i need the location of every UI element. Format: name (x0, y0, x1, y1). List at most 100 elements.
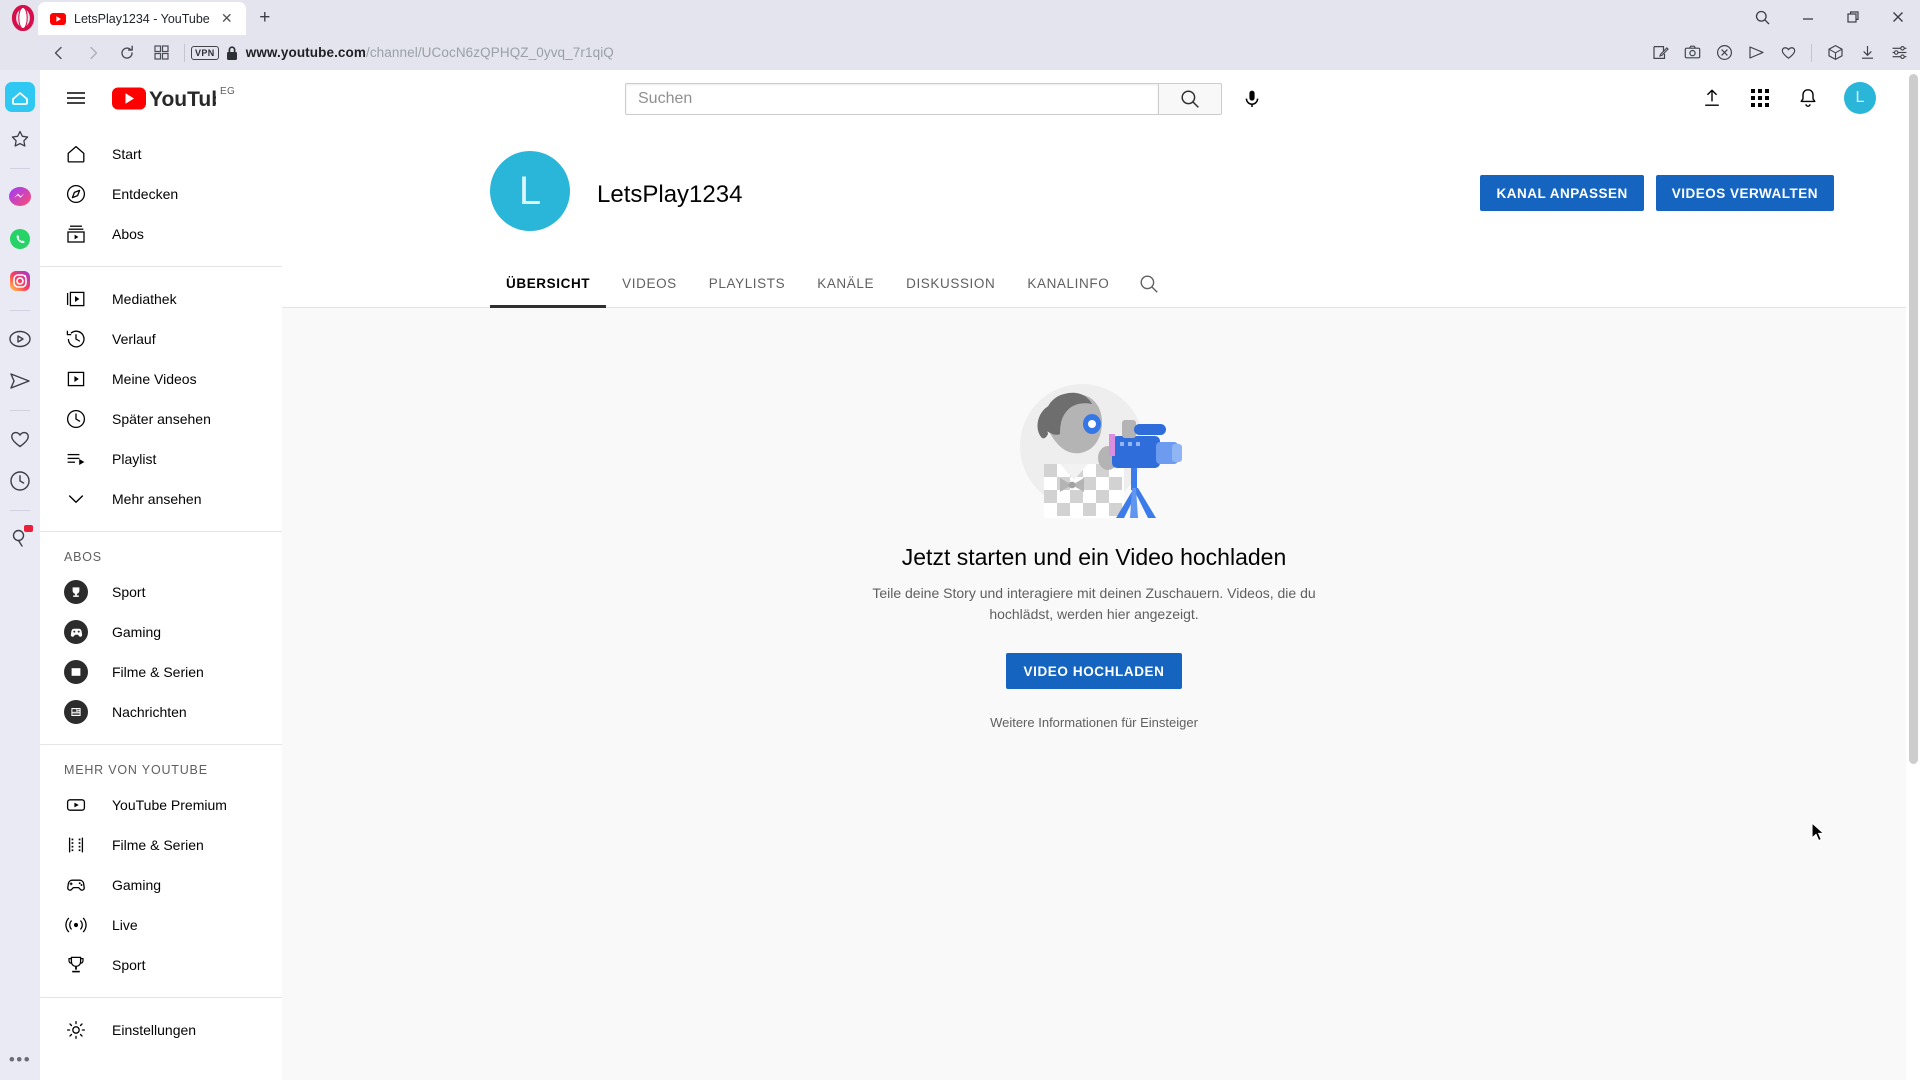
sidebar-item-mediathek[interactable]: Mediathek (40, 279, 282, 319)
browser-window: LetsPlay1234 - YouTube ✕ + VPN www.youtu… (0, 0, 1920, 1080)
search-area: Suchen (625, 79, 1272, 119)
guide-section-more-heading: MEHR VON YOUTUBE (64, 763, 208, 777)
empty-state-title: Jetzt starten und ein Video hochladen (901, 544, 1287, 570)
sidebar-label: Sport (112, 584, 146, 600)
youtube-logo[interactable]: YouTube EG (112, 85, 235, 111)
forward-icon[interactable] (76, 38, 110, 68)
back-icon[interactable] (42, 38, 76, 68)
live-broadcast-icon (64, 913, 88, 937)
tab-uebersicht[interactable]: ÜBERSICHT (490, 260, 607, 308)
opera-sidebar-telegram-icon[interactable] (5, 366, 35, 396)
browser-tab[interactable]: LetsPlay1234 - YouTube ✕ (38, 2, 246, 35)
tab-playlists[interactable]: PLAYLISTS (693, 260, 801, 308)
close-tab-icon[interactable]: ✕ (218, 10, 236, 28)
send-icon[interactable] (1741, 38, 1771, 68)
speed-dial-icon[interactable] (144, 38, 178, 68)
tab-kanaele[interactable]: KANÄLE (801, 260, 890, 308)
microphone-icon[interactable] (1232, 79, 1272, 119)
ad-block-icon[interactable] (1709, 38, 1739, 68)
scrollbar-thumb[interactable] (1909, 74, 1918, 764)
tab-diskussion[interactable]: DISKUSSION (890, 260, 1011, 308)
account-avatar[interactable]: L (1844, 82, 1876, 114)
sidebar-item-verlauf[interactable]: Verlauf (40, 319, 282, 359)
opera-sidebar-pin-icon[interactable] (5, 524, 35, 554)
page-scrollbar[interactable] (1906, 70, 1920, 1080)
downloads-icon[interactable] (1852, 38, 1882, 68)
sidebar-item-start[interactable]: Start (40, 134, 282, 174)
sidebar-item-entdecken[interactable]: Entdecken (40, 174, 282, 214)
camera-snapshot-icon[interactable] (1677, 38, 1707, 68)
hamburger-icon[interactable] (56, 78, 96, 118)
home-icon (64, 142, 88, 166)
window-chrome: LetsPlay1234 - YouTube ✕ + VPN www.youtu… (0, 0, 1920, 70)
sidebar-label: Entdecken (112, 186, 179, 202)
sidebar-item-gaming[interactable]: Gaming (40, 865, 282, 905)
lock-icon[interactable] (225, 45, 239, 61)
search-input[interactable]: Suchen (625, 83, 1158, 115)
vpn-badge[interactable]: VPN (191, 45, 219, 60)
sidebar-item-gaming-sub[interactable]: Gaming (40, 612, 282, 652)
compass-icon (64, 182, 88, 206)
tab-kanalinfo[interactable]: KANALINFO (1011, 260, 1125, 308)
beginner-info-link[interactable]: Weitere Informationen für Einsteiger (990, 715, 1198, 730)
extensions-cube-icon[interactable] (1820, 38, 1850, 68)
opera-sidebar-whatsapp-icon[interactable] (5, 224, 35, 254)
easy-setup-icon[interactable] (1884, 38, 1914, 68)
sidebar-item-mehr-ansehen[interactable]: Mehr ansehen (40, 479, 282, 519)
opera-sidebar-player-icon[interactable] (5, 324, 35, 354)
customize-channel-button[interactable]: KANAL ANPASSEN (1480, 175, 1644, 211)
reload-icon[interactable] (110, 38, 144, 68)
sidebar-label: Filme & Serien (112, 664, 204, 680)
url-text[interactable]: www.youtube.com/channel/UCocN6zQPHQZ_0yv… (246, 45, 614, 60)
restore-icon[interactable] (1830, 0, 1875, 34)
sidebar-item-abos[interactable]: Abos (40, 214, 282, 254)
trophy-icon (64, 953, 88, 977)
youtube-favicon (50, 12, 66, 25)
opera-sidebar-instagram-icon[interactable] (5, 266, 35, 296)
window-controls (1740, 0, 1920, 34)
opera-sidebar-heart-icon[interactable] (5, 424, 35, 454)
sidebar-label: Filme & Serien (112, 837, 204, 853)
new-tab-button[interactable]: + (250, 3, 280, 33)
sidebar-label: Einstellungen (112, 1022, 197, 1038)
upload-video-button[interactable]: VIDEO HOCHLADEN (1006, 653, 1182, 689)
opera-sidebar-star-icon[interactable] (5, 124, 35, 154)
opera-sidebar-messenger-icon[interactable] (5, 182, 35, 212)
sidebar-item-live[interactable]: Live (40, 905, 282, 945)
gamepad-icon (64, 873, 88, 897)
channel-avatar[interactable]: L (490, 151, 570, 231)
sidebar-item-filme-serien[interactable]: Filme & Serien (40, 825, 282, 865)
sidebar-item-filme-serien-sub[interactable]: Filme & Serien (40, 652, 282, 692)
sidebar-item-spaeter-ansehen[interactable]: Später ansehen (40, 399, 282, 439)
opera-logo[interactable] (6, 3, 40, 33)
youtube-apps-icon[interactable] (1740, 78, 1780, 118)
sidebar-item-sport[interactable]: Sport (40, 945, 282, 985)
sidebar-item-playlist[interactable]: Playlist (40, 439, 282, 479)
sidebar-item-einstellungen[interactable]: Einstellungen (40, 1010, 282, 1050)
opera-sidebar-home-icon[interactable] (5, 82, 35, 112)
close-icon[interactable] (1875, 0, 1920, 34)
sidebar-item-sport-sub[interactable]: Sport (40, 572, 282, 612)
youtube-guide: Start Entdecken Abos Mediathek Verlauf M… (40, 126, 282, 1080)
heart-icon[interactable] (1773, 38, 1803, 68)
search-button[interactable] (1158, 83, 1222, 115)
tab-videos[interactable]: VIDEOS (606, 260, 693, 308)
window-search-icon[interactable] (1740, 0, 1785, 34)
manage-videos-button[interactable]: VIDEOS VERWALTEN (1655, 175, 1834, 211)
edit-note-icon[interactable] (1645, 38, 1675, 68)
sidebar-item-meine-videos[interactable]: Meine Videos (40, 359, 282, 399)
sidebar-item-nachrichten-sub[interactable]: Nachrichten (40, 692, 282, 732)
playlist-icon (64, 447, 88, 471)
sidebar-divider (10, 310, 30, 311)
minimize-icon[interactable] (1785, 0, 1830, 34)
sidebar-label: Nachrichten (112, 704, 187, 720)
tab-strip: LetsPlay1234 - YouTube ✕ + (38, 0, 280, 35)
sidebar-label: Mehr ansehen (112, 491, 202, 507)
opera-sidebar-more-button[interactable]: ••• (0, 1051, 40, 1068)
notifications-bell-icon[interactable] (1788, 78, 1828, 118)
upload-video-icon[interactable] (1692, 78, 1732, 118)
channel-search-icon[interactable] (1125, 260, 1173, 308)
guide-divider (40, 531, 282, 532)
sidebar-item-youtube-premium[interactable]: YouTube Premium (40, 785, 282, 825)
opera-sidebar-clock-icon[interactable] (5, 466, 35, 496)
